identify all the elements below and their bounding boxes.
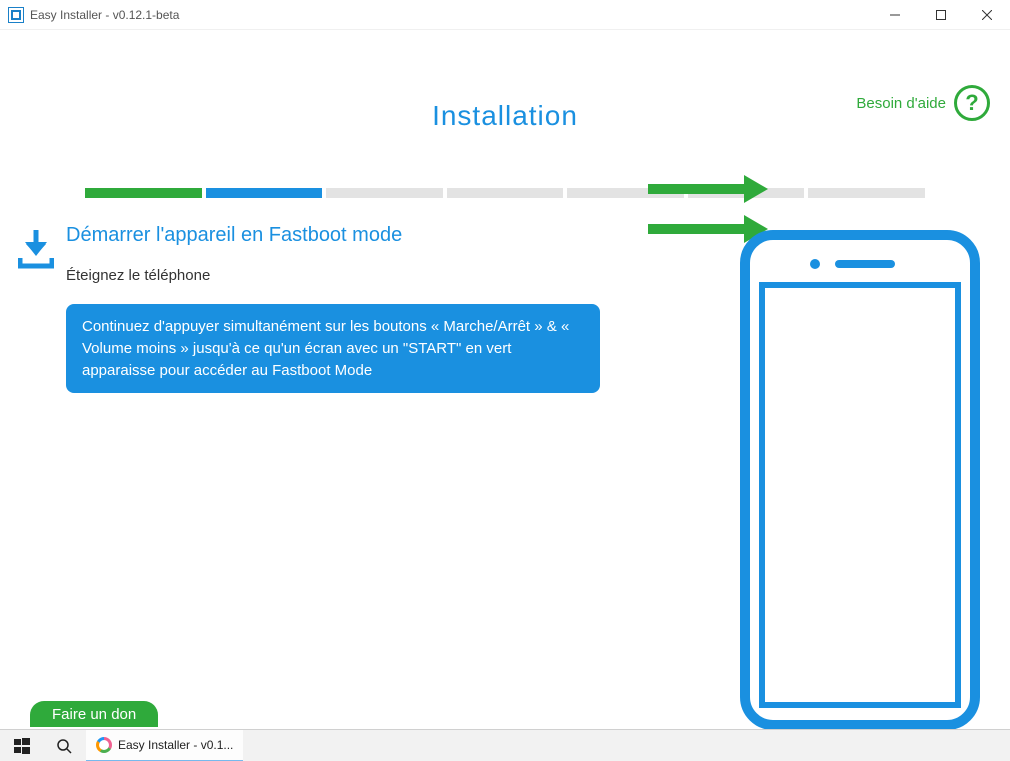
start-button[interactable] [2,730,42,761]
help-label: Besoin d'aide [856,95,946,112]
step-icon-column [18,224,66,393]
app-body: Besoin d'aide ? Installation [0,30,1010,729]
taskbar: Easy Installer - v0.1... [0,729,1010,761]
step-subtitle: Éteignez le téléphone [66,267,616,284]
taskbar-app-button[interactable]: Easy Installer - v0.1... [86,730,243,761]
arrow-icon [648,175,768,208]
window-maximize-button[interactable] [918,0,964,30]
step-callout: Continuez d'appuyer simultanément sur le… [66,304,600,393]
window-title: Easy Installer - v0.12.1-beta [30,8,872,22]
progress-segment [206,188,323,198]
window-minimize-button[interactable] [872,0,918,30]
search-icon [56,738,72,754]
step-text-column: Démarrer l'appareil en Fastboot mode Éte… [66,224,616,393]
download-icon [18,228,54,270]
progress-segment [326,188,443,198]
help-icon: ? [954,85,990,121]
taskbar-app-icon [96,737,112,753]
phone-illustration [740,230,980,729]
taskbar-app-label: Easy Installer - v0.1... [118,738,233,752]
donate-button[interactable]: Faire un don [30,701,158,727]
taskbar-search-button[interactable] [44,730,84,761]
progress-segment [808,188,925,198]
help-link[interactable]: Besoin d'aide ? [856,85,990,121]
app-icon [8,7,24,23]
step-title: Démarrer l'appareil en Fastboot mode [66,224,616,247]
progress-bar [85,188,925,198]
window-close-button[interactable] [964,0,1010,30]
windows-icon [14,738,30,754]
donate-label: Faire un don [52,706,136,723]
progress-segment [85,188,202,198]
progress-segment [447,188,564,198]
window-titlebar: Easy Installer - v0.12.1-beta [0,0,1010,30]
